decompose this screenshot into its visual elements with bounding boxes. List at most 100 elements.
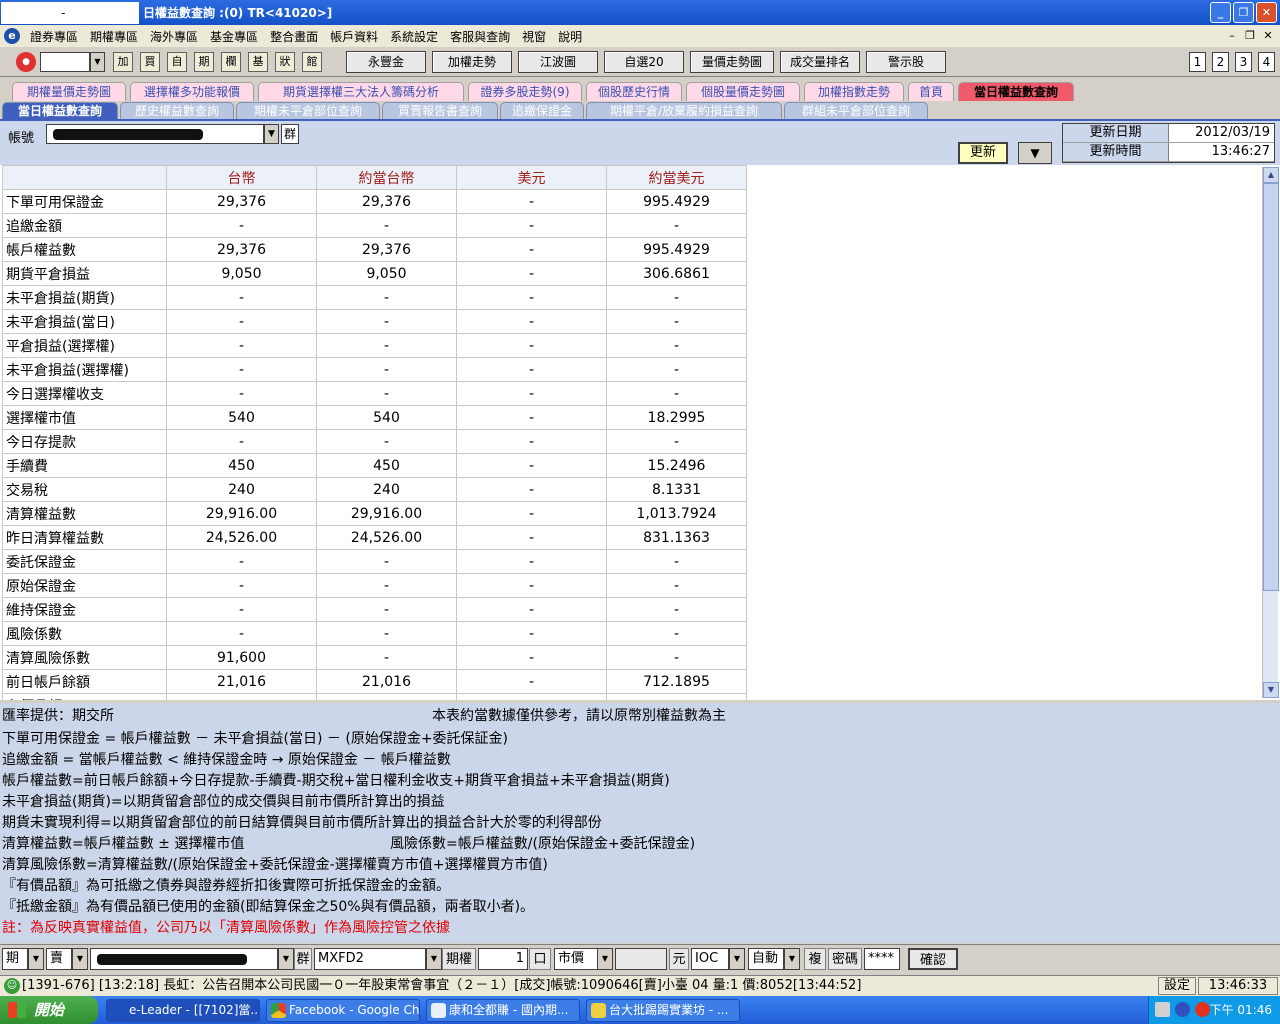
grid-scrollbar[interactable]: ▲ ▼ — [1262, 167, 1279, 698]
note-line: 帳戶權益數=前日帳戶餘額+今日存提款-手續費-期交稅+當日權利金收支+期貨平倉損… — [2, 773, 670, 789]
query-header: 帳號 ▼ 群 更新 ▼ 更新日期 2012/03/19 更新時間 13:46:2… — [0, 119, 1280, 165]
ptt-icon — [591, 1003, 606, 1018]
scroll-thumb[interactable] — [1263, 183, 1279, 591]
price-type-select[interactable]: 市價 — [554, 948, 598, 970]
subtab-history-equity[interactable]: 歷史權益數查詢 — [120, 102, 234, 120]
subtab-closing-pnl[interactable]: 期權平倉/放棄履約損益查詢 — [586, 102, 782, 120]
mdi-minimize-icon[interactable]: – — [1224, 28, 1240, 44]
alert-icon[interactable] — [1195, 1002, 1210, 1017]
symbol-input[interactable]: MXFD2 — [314, 948, 426, 970]
menu-securities[interactable]: 證券專區 — [24, 28, 84, 45]
account-dropdown-icon[interactable]: ▼ — [264, 124, 279, 144]
toolbar-button-price-volume[interactable]: 量價走勢圖 — [690, 51, 774, 73]
tab-institutional-analysis[interactable]: 期貨選擇權三大法人籌碼分析 — [258, 82, 464, 101]
settings-button[interactable]: 設定 — [1158, 977, 1196, 995]
toolbar-button-watchlist[interactable]: 自選20 — [604, 51, 684, 73]
quantity-input[interactable]: 1 — [478, 948, 528, 970]
symbol-dropdown-icon[interactable]: ▼ — [426, 948, 442, 970]
toolbar-icon-add[interactable]: 加 — [113, 52, 133, 72]
tab-options-multi-quote[interactable]: 選擇權多功能報價 — [130, 82, 254, 101]
tab-stock-history[interactable]: 個股歷史行情 — [586, 82, 682, 101]
mdi-restore-icon[interactable]: ❐ — [1242, 28, 1258, 44]
title-bar: - 日權益數查詢 :(0) TR<41020>] _ ❐ ✕ — [0, 0, 1280, 25]
subtab-group-positions[interactable]: 群組未平倉部位查詢 — [784, 102, 928, 120]
page-button-3[interactable]: 3 — [1235, 52, 1252, 72]
page-button-2[interactable]: 2 — [1212, 52, 1229, 72]
stock-dropdown-icon[interactable]: ▼ — [90, 52, 105, 72]
toolbar-icon-self[interactable]: 自 — [167, 52, 187, 72]
toolbar-icon-status[interactable]: 狀 — [275, 52, 295, 72]
order-type-select[interactable]: 期 — [2, 948, 28, 970]
cell-usd: - — [456, 285, 607, 310]
subtab-trade-report[interactable]: 買賣報告書查詢 — [382, 102, 498, 120]
mode-select[interactable]: 自動 — [748, 948, 784, 970]
tab-stock-price-volume[interactable]: 個股量價走勢圖 — [686, 82, 800, 101]
options-dropdown-icon[interactable]: ▼ — [1018, 142, 1052, 164]
toolbar-icon-column[interactable]: 欄 — [221, 52, 241, 72]
menu-futures-options[interactable]: 期權專區 — [84, 28, 144, 45]
task-eleader[interactable]: e-Leader - [[7102]當... — [106, 999, 260, 1022]
menu-settings[interactable]: 系統設定 — [384, 28, 444, 45]
scroll-down-icon[interactable]: ▼ — [1263, 682, 1279, 698]
order-side-dropdown-icon[interactable]: ▼ — [72, 948, 88, 970]
close-button[interactable]: ✕ — [1256, 2, 1277, 23]
tab-home[interactable]: 首頁 — [908, 82, 954, 101]
menu-overseas[interactable]: 海外專區 — [144, 28, 204, 45]
tab-index-trend[interactable]: 加權指數走勢 — [804, 82, 904, 101]
toolbar-icon-hall[interactable]: 館 — [302, 52, 322, 72]
tab-multi-stock-trend[interactable]: 證券多股走勢(9) — [468, 82, 582, 101]
menu-account[interactable]: 帳戶資料 — [324, 28, 384, 45]
subtab-daily-equity[interactable]: 當日權益數查詢 — [2, 102, 118, 120]
subtab-margin-call[interactable]: 追繳保證金 — [500, 102, 584, 120]
tif-dropdown-icon[interactable]: ▼ — [729, 948, 745, 970]
restore-button[interactable]: ❐ — [1233, 2, 1254, 23]
menu-help[interactable]: 說明 — [552, 28, 588, 45]
order-group-button[interactable]: 群 — [294, 948, 312, 970]
task-kanghe[interactable]: 康和全都賺 - 國內期... — [426, 999, 580, 1022]
stock-input[interactable] — [40, 52, 90, 72]
cell-twd: 29,376 — [166, 189, 317, 214]
stop-icon[interactable]: ● — [16, 52, 36, 72]
price-type-dropdown-icon[interactable]: ▼ — [597, 948, 613, 970]
menu-service[interactable]: 客服與查詢 — [444, 28, 516, 45]
toolbar-icon-buy[interactable]: 買 — [140, 52, 160, 72]
order-account-select[interactable] — [90, 948, 278, 970]
order-account-dropdown-icon[interactable]: ▼ — [278, 948, 294, 970]
scroll-up-icon[interactable]: ▲ — [1263, 167, 1279, 183]
menu-funds[interactable]: 基金專區 — [204, 28, 264, 45]
update-button[interactable]: 更新 — [958, 142, 1008, 164]
start-button[interactable]: 開始 — [0, 996, 98, 1024]
page-button-1[interactable]: 1 — [1189, 52, 1206, 72]
tab-options-price-chart[interactable]: 期權量價走勢圖 — [12, 82, 126, 101]
toolbar-button-index-trend[interactable]: 加權走勢 — [432, 51, 512, 73]
confirm-button[interactable]: 確認 — [908, 948, 958, 970]
toolbar-button-volume-rank[interactable]: 成交量排名 — [780, 51, 860, 73]
mdi-close-icon[interactable]: ✕ — [1260, 28, 1276, 44]
multi-button[interactable]: 複 — [804, 948, 826, 970]
tif-select[interactable]: IOC — [691, 948, 729, 970]
cell-twd-equiv: - — [316, 429, 457, 454]
toolbar-button-elliott[interactable]: 江波圖 — [518, 51, 598, 73]
keyboard-icon[interactable] — [1155, 1002, 1170, 1017]
account-select[interactable] — [46, 124, 264, 144]
row-label: 交易稅 — [2, 477, 167, 502]
toolbar-button-alert[interactable]: 警示股 — [866, 51, 946, 73]
subtab-open-positions[interactable]: 期權未平倉部位查詢 — [236, 102, 380, 120]
order-side-select[interactable]: 賣 — [46, 948, 72, 970]
order-type-dropdown-icon[interactable]: ▼ — [28, 948, 44, 970]
back-icon[interactable] — [1175, 1002, 1190, 1017]
minimize-button[interactable]: _ — [1210, 2, 1231, 23]
toolbar-icon-futures[interactable]: 期 — [194, 52, 214, 72]
menu-window[interactable]: 視窗 — [516, 28, 552, 45]
menu-integrated[interactable]: 整合畫面 — [264, 28, 324, 45]
task-chrome[interactable]: Facebook - Google Ch... — [266, 999, 420, 1022]
group-button[interactable]: 群 — [281, 124, 299, 144]
mode-dropdown-icon[interactable]: ▼ — [784, 948, 800, 970]
toolbar-icon-fund[interactable]: 基 — [248, 52, 268, 72]
price-input[interactable] — [615, 948, 667, 970]
task-ptt[interactable]: 台大批踢踢實業坊 - ... — [586, 999, 740, 1022]
tab-daily-equity[interactable]: 當日權益數查詢 — [958, 82, 1074, 101]
password-input[interactable]: **** — [864, 948, 900, 970]
toolbar-button-sinopac[interactable]: 永豐金 — [346, 51, 426, 73]
page-button-4[interactable]: 4 — [1258, 52, 1275, 72]
